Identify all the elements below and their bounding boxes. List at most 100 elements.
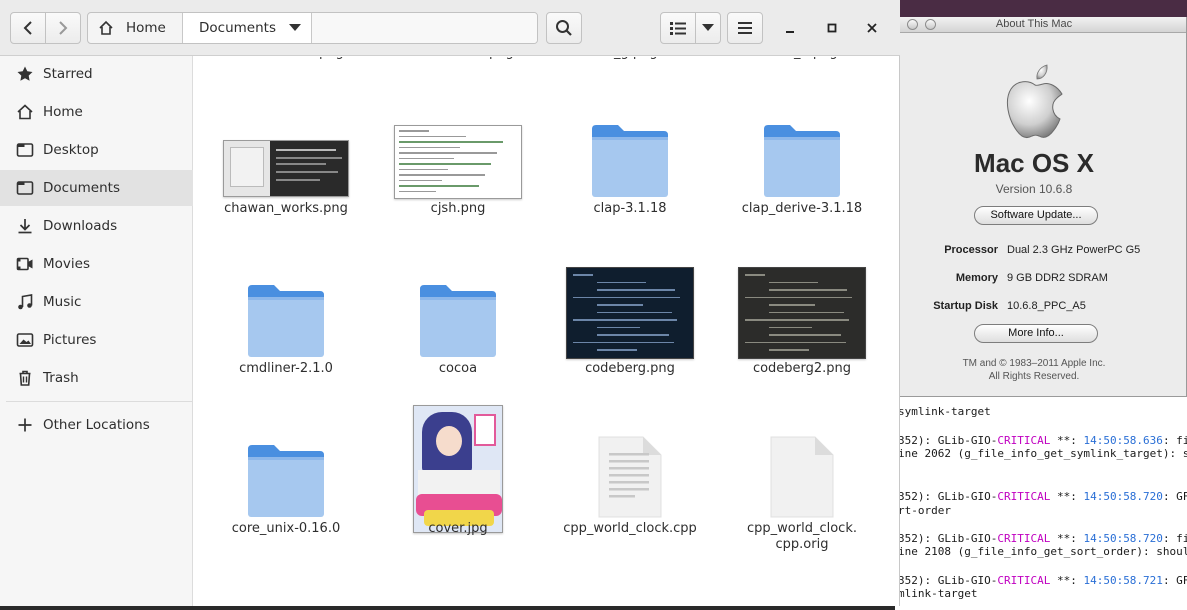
item-thumbnail [722, 87, 882, 199]
folder-icon [592, 125, 668, 197]
partial-file-name[interactable]: png [489, 57, 514, 60]
item-thumbnail [722, 247, 882, 359]
item-thumbnail [378, 405, 538, 533]
sidebar-item-downloads[interactable]: Downloads [0, 208, 193, 244]
icon-grid: png png _g.png _2.png chawan_works.png cjsh.p… [194, 57, 900, 606]
item-name: cjsh.png [430, 201, 486, 216]
item-thumbnail [206, 87, 366, 199]
terminal-post-text: : file . [1162, 532, 1187, 545]
more-info-button[interactable]: More Info... [974, 324, 1098, 343]
minimize-button[interactable] [778, 16, 802, 40]
item-name: cpp_world_clock. cpp.orig [747, 521, 857, 552]
file-item[interactable]: codeberg.png [550, 247, 710, 407]
text-file-icon [598, 436, 662, 518]
desktop-icon [16, 141, 34, 159]
location-entry-area[interactable] [312, 13, 537, 43]
software-update-button[interactable]: Software Update... [974, 206, 1098, 225]
folder-item[interactable]: cocoa [378, 247, 538, 407]
terminal-crit-text: CRITICAL [997, 490, 1051, 503]
file-item[interactable]: cover.jpg [378, 405, 538, 567]
sidebar-item-music[interactable]: Music [0, 284, 193, 320]
terminal-pre-text: mlink-target [898, 587, 978, 600]
apple-logo-icon [1006, 64, 1063, 139]
item-name: cpp_world_clock.cpp [563, 521, 697, 536]
about-titlebar[interactable]: About This Mac [882, 17, 1186, 33]
sidebar-item-label: Home [43, 104, 83, 120]
item-name: clap_derive-3.1.18 [741, 201, 863, 216]
back-button[interactable] [10, 12, 46, 44]
search-icon [556, 20, 572, 36]
documents-icon [16, 179, 34, 197]
menu-button[interactable] [727, 12, 763, 44]
sidebar-item-documents[interactable]: Documents [0, 170, 193, 206]
partial-file-name[interactable]: _g.png [614, 57, 658, 60]
spec-value-memory: 9 GB DDR2 SDRAM [1007, 272, 1108, 284]
file-item[interactable]: cpp_world_clock. cpp.orig [722, 407, 882, 567]
terminal-line: mlink-target [898, 587, 977, 600]
list-view-button[interactable] [660, 12, 696, 44]
terminal-crit-text: CRITICAL [997, 574, 1051, 587]
maximize-button[interactable] [820, 16, 844, 40]
os-name: Mac OS X [974, 148, 1094, 178]
image-thumbnail [566, 267, 694, 359]
terminal-pre-text: 352): GLib-GIO- [898, 574, 998, 587]
chevron-left-icon [23, 21, 32, 35]
item-name: core_unix-0.16.0 [231, 521, 341, 536]
item-name: cover.jpg [428, 521, 488, 536]
sidebar-item-label: Pictures [43, 332, 97, 348]
partial-file-name[interactable]: png [319, 57, 344, 60]
sidebar-item-pictures[interactable]: Pictures [0, 322, 193, 358]
terminal-time-text: 14:50:58.720 [1083, 490, 1163, 503]
about-window-title: About This Mac [995, 18, 1073, 30]
file-item[interactable]: chawan_works.png [206, 87, 366, 247]
breadcrumb-documents[interactable]: Documents [183, 13, 312, 43]
image-thumbnail [394, 125, 522, 199]
partial-file-name[interactable]: _2.png [794, 57, 838, 60]
sidebar-item-label: Starred [43, 66, 93, 82]
terminal-time-text: 14:50:58.721 [1083, 574, 1163, 587]
breadcrumb-home[interactable]: Home [88, 13, 183, 43]
file-item[interactable]: codeberg2.png [722, 247, 882, 407]
terminal-time-text: 14:50:58.636 [1083, 434, 1163, 447]
item-name: clap-3.1.18 [593, 201, 667, 216]
sidebar-item-starred[interactable]: Starred [0, 56, 193, 92]
copyright-text: TM and © 1983–2011 Apple Inc. [962, 358, 1106, 369]
view-options-button[interactable] [695, 12, 721, 44]
file-item[interactable]: cpp_world_clock.cpp [550, 407, 710, 567]
sidebar-item-trash[interactable]: Trash [0, 360, 193, 396]
close-button[interactable] [860, 16, 884, 40]
sidebar-item-movies[interactable]: Movies [0, 246, 193, 282]
terminal-crit-text: CRITICAL [997, 532, 1051, 545]
breadcrumb: Home Documents [87, 12, 538, 44]
star-icon [16, 65, 34, 83]
hamburger-menu-icon [738, 22, 752, 34]
sidebar-item-other-locations[interactable]: Other Locations [0, 407, 193, 443]
file-manager-window: Home Documents Starred Home Desktop Docu… [0, 0, 900, 606]
sidebar-item-home[interactable]: Home [0, 94, 193, 130]
spec-value-startup-disk: 10.6.8_PPC_A5 [1007, 300, 1086, 312]
headerbar: Home Documents [0, 0, 900, 56]
terminal-mid-text: **: [1050, 490, 1084, 503]
terminal-pre-text: 352): GLib-GIO- [898, 434, 998, 447]
plus-icon [16, 416, 34, 434]
minimize-icon [786, 31, 794, 33]
file-item[interactable]: cjsh.png [378, 87, 538, 247]
item-name: codeberg2.png [752, 361, 852, 376]
folder-item[interactable]: cmdliner-2.1.0 [206, 247, 366, 407]
sidebar-divider [6, 401, 192, 402]
forward-button[interactable] [45, 12, 81, 44]
search-button[interactable] [546, 12, 582, 44]
folder-item[interactable]: clap-3.1.18 [550, 87, 710, 247]
folder-icon [248, 285, 324, 357]
downloads-icon [16, 217, 34, 235]
pictures-icon [16, 331, 34, 349]
folder-item[interactable]: clap_derive-3.1.18 [722, 87, 882, 247]
terminal-window[interactable]: symlink-target 352): GLib-GIO-CRITICAL **… [895, 380, 1187, 610]
terminal-pre-text: 352): GLib-GIO- [898, 490, 998, 503]
breadcrumb-documents-label: Documents [199, 20, 276, 36]
image-thumbnail [223, 140, 349, 197]
folder-item[interactable]: core_unix-0.16.0 [206, 407, 366, 567]
caret-down-icon [289, 24, 301, 31]
sidebar-item-desktop[interactable]: Desktop [0, 132, 193, 168]
sidebar-item-label: Desktop [43, 142, 99, 158]
